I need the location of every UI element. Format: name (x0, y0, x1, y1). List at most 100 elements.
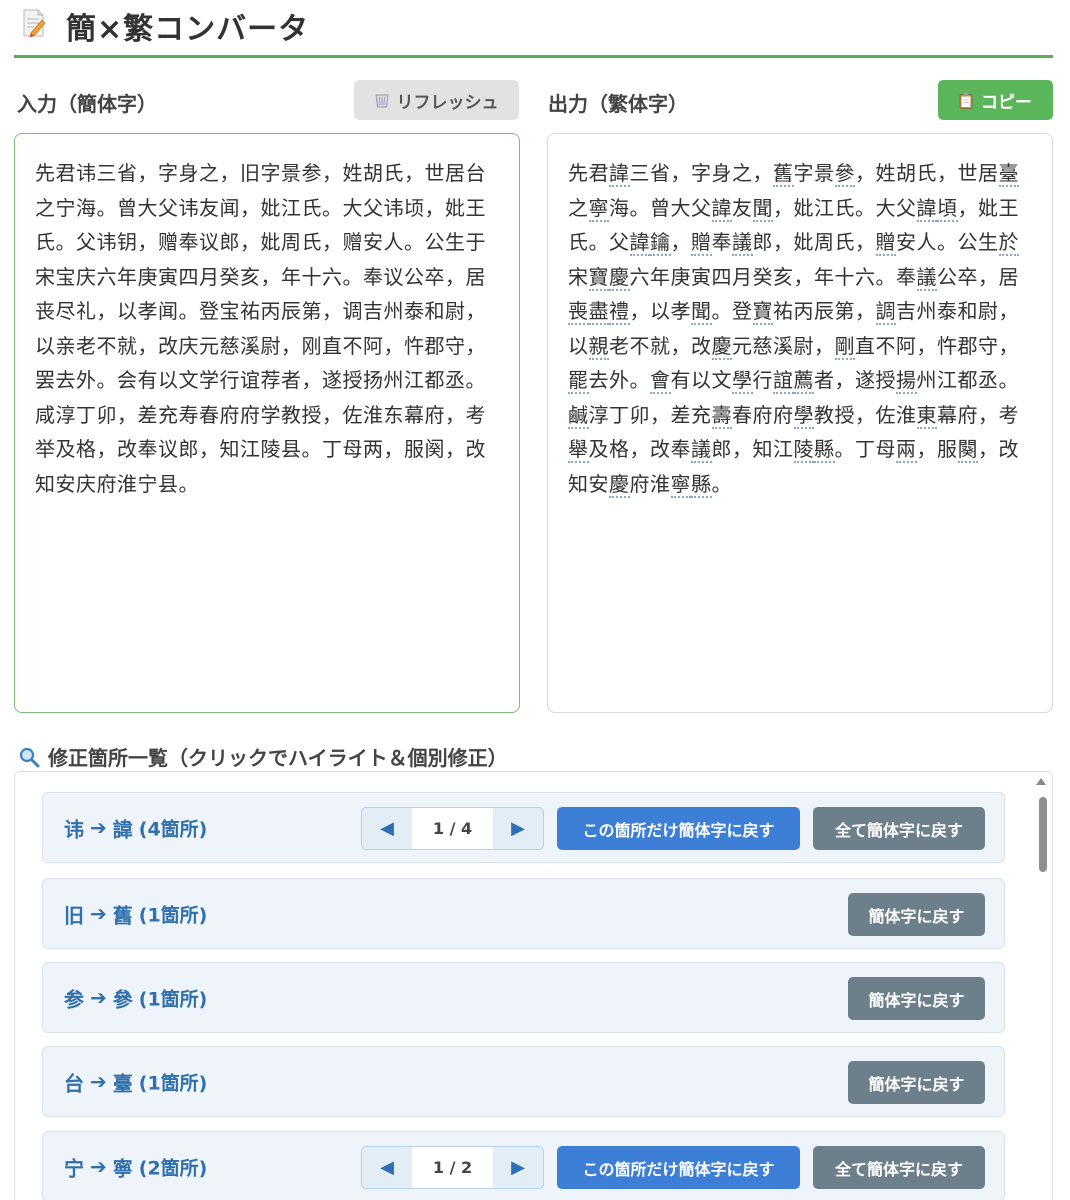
converted-char[interactable]: 贈 (691, 230, 712, 256)
correction-item[interactable]: 参 ➔ 參 (1箇所) 簡体字に戻す (42, 962, 1005, 1033)
converted-char[interactable]: 舉 (568, 437, 589, 463)
correction-label[interactable]: 参 ➔ 參 (1箇所) (64, 983, 207, 1012)
converted-char[interactable]: 縣 (814, 437, 835, 463)
copy-button[interactable]: コピー (938, 80, 1053, 120)
converted-char[interactable]: 慶 (711, 333, 732, 360)
converted-char[interactable]: 諱 (609, 161, 630, 187)
converted-char[interactable]: 兩 (896, 437, 917, 463)
correction-item[interactable]: 台 ➔ 臺 (1箇所) 簡体字に戻す (42, 1046, 1005, 1117)
converted-char[interactable]: 鹹 (568, 402, 589, 429)
converted-char[interactable]: 縣 (691, 471, 712, 498)
converted-char[interactable]: 喪 (568, 299, 589, 325)
next-arrow-icon[interactable]: ▶ (493, 808, 543, 849)
refresh-button[interactable]: リフレッシュ (354, 80, 519, 120)
traditional-char: 臺 (112, 1071, 133, 1095)
converted-char[interactable]: 壽 (711, 402, 732, 429)
output-pane-label: 出力（繁体字） (548, 92, 688, 116)
revert-button[interactable]: 簡体字に戻す (848, 977, 985, 1020)
output-textarea[interactable]: 先君諱三省，字身之，舊字景參，姓胡氏，世居臺之寧海。曾大父諱友聞，妣江氏。大父諱… (547, 133, 1053, 713)
converted-char[interactable]: 諱 (629, 230, 650, 256)
occurrence-count: (1箇所) (138, 988, 208, 1010)
revert-all-button[interactable]: 全て簡体字に戻す (813, 1146, 985, 1189)
occurrence-count: (1箇所) (138, 904, 208, 926)
converted-char[interactable]: 寧 (670, 471, 691, 498)
converted-char[interactable]: 聞 (691, 299, 712, 325)
next-arrow-icon[interactable]: ▶ (493, 1147, 543, 1188)
corrections-title-text: 修正箇所一覧（クリックでハイライト＆個別修正） (48, 746, 508, 770)
simplified-char: 宁 (64, 1156, 84, 1180)
simplified-char: 讳 (64, 817, 84, 841)
converted-char[interactable]: 親 (588, 333, 609, 360)
converted-char[interactable]: 參 (834, 161, 855, 187)
correction-label[interactable]: 宁 ➔ 寧 (2箇所) (64, 1152, 207, 1181)
converted-char[interactable]: 諱 (916, 195, 937, 222)
simplified-char: 台 (64, 1071, 84, 1095)
converted-char[interactable]: 聞 (752, 195, 773, 222)
converted-char[interactable]: 贈 (875, 230, 896, 256)
converted-char[interactable]: 慶 (609, 471, 630, 498)
converted-char[interactable]: 陵 (793, 437, 814, 463)
converted-char[interactable]: 寶 (752, 299, 773, 325)
converted-char[interactable]: 臺 (998, 161, 1019, 187)
app-title: 簡×繁コンバータ (66, 12, 310, 47)
converted-char[interactable]: 會 (650, 368, 671, 394)
wastebasket-icon (374, 94, 389, 108)
correction-item[interactable]: 旧 ➔ 舊 (1箇所) 簡体字に戻す (42, 878, 1005, 949)
input-pane-label: 入力（簡体字） (17, 92, 157, 116)
converted-char[interactable]: 頃 (937, 195, 958, 222)
traditional-char: 參 (112, 987, 133, 1011)
converted-char[interactable]: 調 (875, 299, 896, 325)
scroll-up-arrow[interactable] (1036, 778, 1046, 785)
prev-arrow-icon[interactable]: ◀ (362, 1147, 412, 1188)
converted-char[interactable]: 學 (793, 402, 814, 429)
converted-char[interactable]: 於 (998, 230, 1019, 256)
converted-char[interactable]: 鑰 (650, 230, 671, 256)
app-header: 簡×繁コンバータ (14, 0, 1053, 58)
revert-button[interactable]: 簡体字に戻す (848, 893, 985, 936)
converted-char[interactable]: 學 (732, 368, 753, 394)
converted-char[interactable]: 議 (691, 437, 712, 463)
input-textarea[interactable]: 先君讳三省，字身之，旧字景参，姓胡氏，世居台之宁海。曾大父讳友闻，妣江氏。大父讳… (14, 133, 520, 713)
converted-char[interactable]: 寶 (588, 264, 609, 291)
revert-this-button[interactable]: この箇所だけ簡体字に戻す (557, 807, 800, 850)
output-text: 先君諱三省，字身之，舊字景參，姓胡氏，世居臺之寧海。曾大父諱友聞，妣江氏。大父諱… (568, 161, 1019, 498)
converted-char[interactable]: 誼 (773, 368, 794, 394)
correction-label[interactable]: 台 ➔ 臺 (1箇所) (64, 1067, 207, 1096)
converted-char[interactable]: 議 (732, 230, 753, 256)
occurrence-count: (2箇所) (138, 1157, 208, 1179)
correction-item[interactable]: 宁 ➔ 寧 (2箇所) ◀ 1 / 2 ▶ この箇所だけ簡体字に戻す 全て簡体字に戻す (42, 1131, 1005, 1200)
revert-this-button[interactable]: この箇所だけ簡体字に戻す (557, 1146, 800, 1189)
corrections-list[interactable]: 讳 ➔ 諱 (4箇所) ◀ 1 / 4 ▶ この箇所だけ簡体字に戻す 全て簡体字に戻す旧 ➔ 舊 (1… (14, 771, 1053, 1200)
correction-item[interactable]: 讳 ➔ 諱 (4箇所) ◀ 1 / 4 ▶ この箇所だけ簡体字に戻す 全て簡体字に戻す (42, 792, 1005, 863)
converted-char[interactable]: 諱 (711, 195, 732, 222)
converted-char[interactable]: 罷 (568, 368, 589, 394)
occurrence-count: (1箇所) (138, 1072, 208, 1094)
scrollbar-thumb[interactable] (1039, 797, 1047, 872)
converted-char[interactable]: 禮 (609, 299, 630, 325)
input-text: 先君讳三省，字身之，旧字景参，姓胡氏，世居台之宁海。曾大父讳友闻，妣江氏。大父讳… (35, 161, 486, 496)
copy-button-label: コピー (981, 92, 1032, 113)
correction-label[interactable]: 旧 ➔ 舊 (1箇所) (64, 899, 207, 928)
magnifier-icon (19, 747, 40, 767)
revert-all-button[interactable]: 全て簡体字に戻す (813, 807, 985, 850)
arrow-right-icon: ➔ (90, 985, 107, 1010)
occurrence-count: (4箇所) (138, 818, 208, 840)
converted-char[interactable]: 議 (916, 264, 937, 291)
converted-char[interactable]: 薦 (793, 368, 814, 394)
converted-char[interactable]: 寧 (588, 195, 609, 222)
revert-button[interactable]: 簡体字に戻す (848, 1061, 985, 1104)
correction-label[interactable]: 讳 ➔ 諱 (4箇所) (64, 813, 207, 842)
clipboard-icon (959, 92, 973, 109)
converted-char[interactable]: 揚 (896, 368, 917, 394)
refresh-button-label: リフレッシュ (396, 92, 499, 113)
converted-char[interactable]: 剛 (834, 333, 855, 360)
arrow-right-icon: ➔ (90, 901, 107, 926)
converted-char[interactable]: 東 (916, 402, 937, 429)
converted-char[interactable]: 闋 (957, 437, 978, 463)
prev-arrow-icon[interactable]: ◀ (362, 808, 412, 849)
converted-char[interactable]: 舊 (773, 161, 794, 187)
arrow-right-icon: ➔ (90, 1069, 107, 1094)
converted-char[interactable]: 慶 (609, 264, 630, 291)
traditional-char: 舊 (112, 903, 133, 927)
converted-char[interactable]: 盡 (588, 299, 609, 325)
